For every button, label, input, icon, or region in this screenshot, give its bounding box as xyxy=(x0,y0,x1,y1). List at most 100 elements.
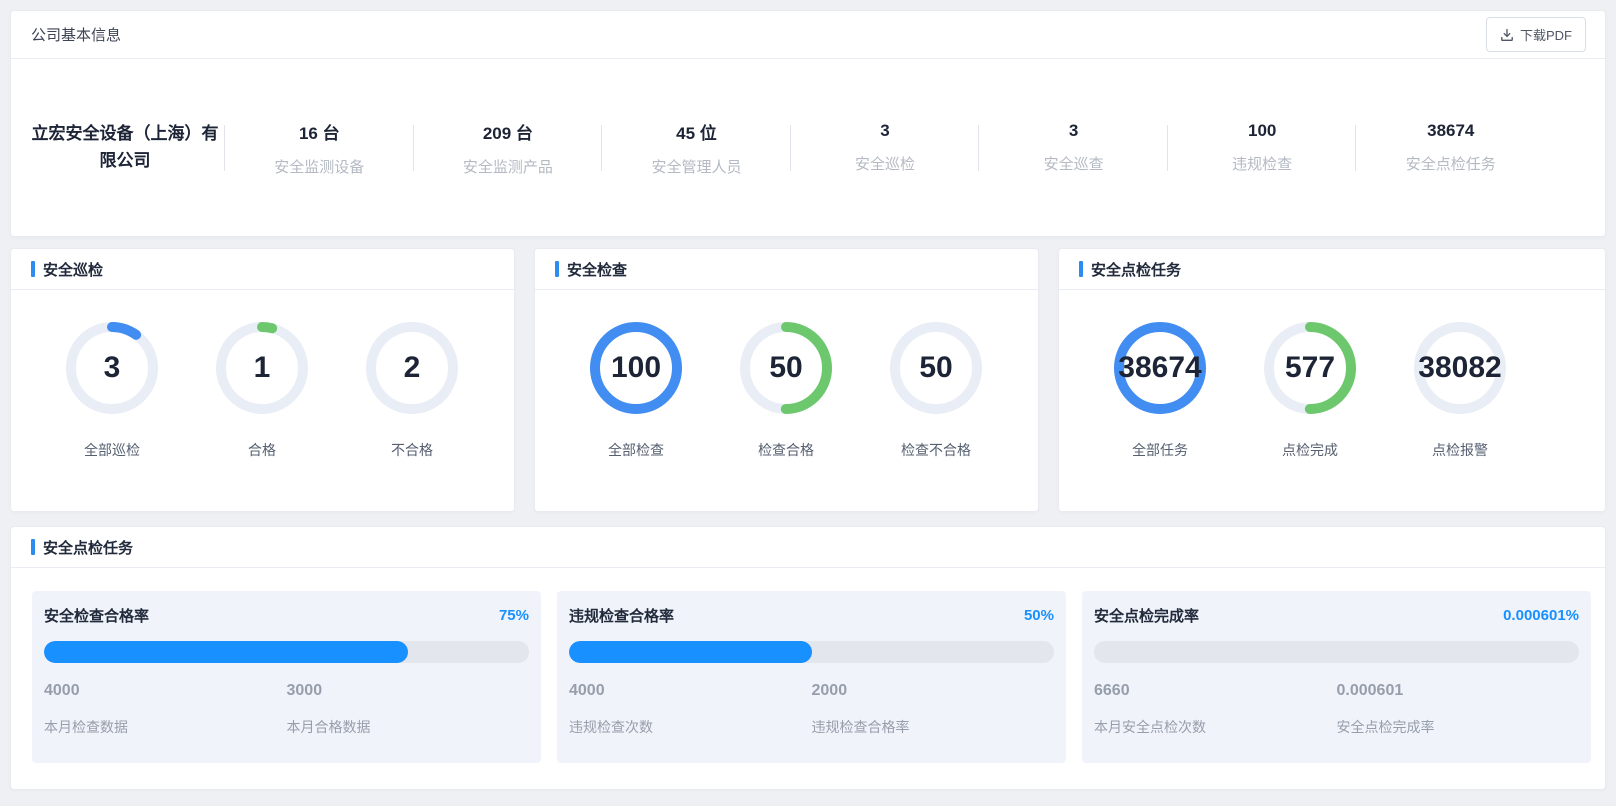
stat-value: 3 xyxy=(791,121,980,141)
title-accent-bar xyxy=(555,261,559,277)
company-info-title: 公司基本信息 xyxy=(31,24,121,45)
panel-percent: 50% xyxy=(1024,607,1054,624)
stat-label: 安全巡查 xyxy=(979,153,1168,174)
ring-value: 577 xyxy=(1285,351,1335,385)
ring-cards-row: 安全巡检 3 全部巡检 1 xyxy=(10,248,1606,512)
panel-stat-label: 本月检查数据 xyxy=(44,717,287,737)
panel-stat: 4000 违规检查次数 xyxy=(569,682,812,737)
panel-percent: 0.000601% xyxy=(1503,607,1579,624)
company-info-card: 公司基本信息 下载PDF 立宏安全设备（上海）有限公司 16 台 安全监测设备 … xyxy=(10,10,1606,237)
card-title: 安全点检任务 xyxy=(43,537,133,558)
panel-stat: 6660 本月安全点检次数 xyxy=(1094,682,1337,737)
progress-bar xyxy=(1094,641,1579,663)
ring-spot-check-alarm: 38082 点检报警 xyxy=(1385,322,1535,460)
stat-label: 安全监测设备 xyxy=(225,156,414,177)
ring-value: 50 xyxy=(919,351,952,385)
company-stats-row: 立宏安全设备（上海）有限公司 16 台 安全监测设备 209 台 安全监测产品 … xyxy=(11,59,1605,236)
ring-inspection-fail: 50 检查不合格 xyxy=(861,322,1011,460)
panel-inspection-pass-rate: 安全检查合格率 75% 4000 本月检查数据 3000 本月合格数据 xyxy=(32,591,541,763)
panel-header: 安全检查合格率 75% xyxy=(44,605,529,626)
ring-value: 50 xyxy=(769,351,802,385)
stat-safety-inspection-tour: 3 安全巡查 xyxy=(979,121,1168,174)
panel-stat: 4000 本月检查数据 xyxy=(44,682,287,737)
panel-stat-label: 本月安全点检次数 xyxy=(1094,717,1337,737)
rings-row: 100 全部检查 50 检查合格 xyxy=(561,322,1011,460)
ring-label: 全部检查 xyxy=(608,440,664,460)
ring-value: 38674 xyxy=(1118,351,1201,385)
safety-patrol-card: 安全巡检 3 全部巡检 1 xyxy=(10,248,515,512)
ring-label: 点检完成 xyxy=(1282,440,1338,460)
stat-value: 209 台 xyxy=(414,119,603,144)
title-accent-bar xyxy=(31,539,35,555)
progress-ring: 577 xyxy=(1264,322,1356,414)
progress-fill xyxy=(569,641,812,663)
progress-ring: 50 xyxy=(890,322,982,414)
panel-stat-value: 6660 xyxy=(1094,682,1337,700)
stat-label: 安全巡检 xyxy=(791,153,980,174)
panel-stat: 0.000601 安全点检完成率 xyxy=(1337,682,1580,737)
safety-inspection-card: 安全检查 100 全部检查 50 xyxy=(534,248,1039,512)
panel-stat-label: 违规检查合格率 xyxy=(812,717,1055,737)
ring-inspection-pass: 50 检查合格 xyxy=(711,322,861,460)
panel-stat-label: 违规检查次数 xyxy=(569,717,812,737)
stat-safety-patrol: 3 安全巡检 xyxy=(791,121,980,174)
panel-percent: 75% xyxy=(499,607,529,624)
panel-header: 违规检查合格率 50% xyxy=(569,605,1054,626)
spot-check-tasks-card: 安全点检任务 38674 全部任务 xyxy=(1058,248,1606,512)
stat-label: 安全监测产品 xyxy=(414,156,603,177)
panel-stats: 4000 本月检查数据 3000 本月合格数据 xyxy=(44,682,529,737)
stat-label: 安全管理人员 xyxy=(602,156,791,177)
panel-spot-check-completion-rate: 安全点检完成率 0.000601% 6660 本月安全点检次数 0.000601… xyxy=(1082,591,1591,763)
ring-label: 点检报警 xyxy=(1432,440,1488,460)
panel-title: 安全检查合格率 xyxy=(44,605,149,626)
progress-ring: 2 xyxy=(366,322,458,414)
ring-value: 2 xyxy=(404,351,421,385)
progress-ring: 38082 xyxy=(1414,322,1506,414)
download-pdf-label: 下载PDF xyxy=(1520,25,1572,44)
download-icon xyxy=(1500,28,1514,42)
card-header: 安全点检任务 xyxy=(11,527,1605,568)
rings-row: 3 全部巡检 1 合格 xyxy=(37,322,487,460)
ring-label: 全部巡检 xyxy=(84,440,140,460)
panel-stat-value: 4000 xyxy=(44,682,287,700)
stat-safety-managers: 45 位 安全管理人员 xyxy=(602,119,791,177)
panel-header: 安全点检完成率 0.000601% xyxy=(1094,605,1579,626)
ring-label: 不合格 xyxy=(391,440,433,460)
company-name: 立宏安全设备（上海）有限公司 xyxy=(25,121,225,174)
ring-spot-check-done: 577 点检完成 xyxy=(1235,322,1385,460)
stat-label: 违规检查 xyxy=(1168,153,1357,174)
panel-stat-value: 3000 xyxy=(287,682,530,700)
panel-stat-label: 安全点检完成率 xyxy=(1337,717,1580,737)
panel-violation-pass-rate: 违规检查合格率 50% 4000 违规检查次数 2000 违规检查合格率 xyxy=(557,591,1066,763)
stat-value: 45 位 xyxy=(602,119,791,144)
stat-company-name: 立宏安全设备（上海）有限公司 xyxy=(25,121,225,174)
panel-title: 安全点检完成率 xyxy=(1094,605,1199,626)
progress-bar xyxy=(44,641,529,663)
panel-stats: 6660 本月安全点检次数 0.000601 安全点检完成率 xyxy=(1094,682,1579,737)
progress-ring: 100 xyxy=(590,322,682,414)
ring-value: 1 xyxy=(254,351,271,385)
progress-ring: 3 xyxy=(66,322,158,414)
download-pdf-button[interactable]: 下载PDF xyxy=(1486,17,1586,52)
progress-bar xyxy=(569,641,1054,663)
panel-stat: 3000 本月合格数据 xyxy=(287,682,530,737)
company-info-header: 公司基本信息 下载PDF xyxy=(11,11,1605,59)
stat-value: 38674 xyxy=(1356,121,1545,141)
progress-fill xyxy=(44,641,408,663)
stat-label: 安全点检任务 xyxy=(1356,153,1545,174)
progress-ring: 38674 xyxy=(1114,322,1206,414)
ring-label: 检查合格 xyxy=(758,440,814,460)
stat-monitor-devices: 16 台 安全监测设备 xyxy=(225,119,414,177)
ring-label: 全部任务 xyxy=(1132,440,1188,460)
panel-title: 违规检查合格率 xyxy=(569,605,674,626)
rings-row: 38674 全部任务 577 点检完成 xyxy=(1085,322,1535,460)
panel-stat-value: 2000 xyxy=(812,682,1055,700)
panel-stat-value: 0.000601 xyxy=(1337,682,1580,700)
panel-stat-label: 本月合格数据 xyxy=(287,717,530,737)
progress-ring: 1 xyxy=(216,322,308,414)
ring-label: 检查不合格 xyxy=(901,440,971,460)
ring-value: 38082 xyxy=(1418,351,1501,385)
card-header: 安全检查 xyxy=(535,249,1038,290)
title-accent-bar xyxy=(31,261,35,277)
stat-value: 100 xyxy=(1168,121,1357,141)
